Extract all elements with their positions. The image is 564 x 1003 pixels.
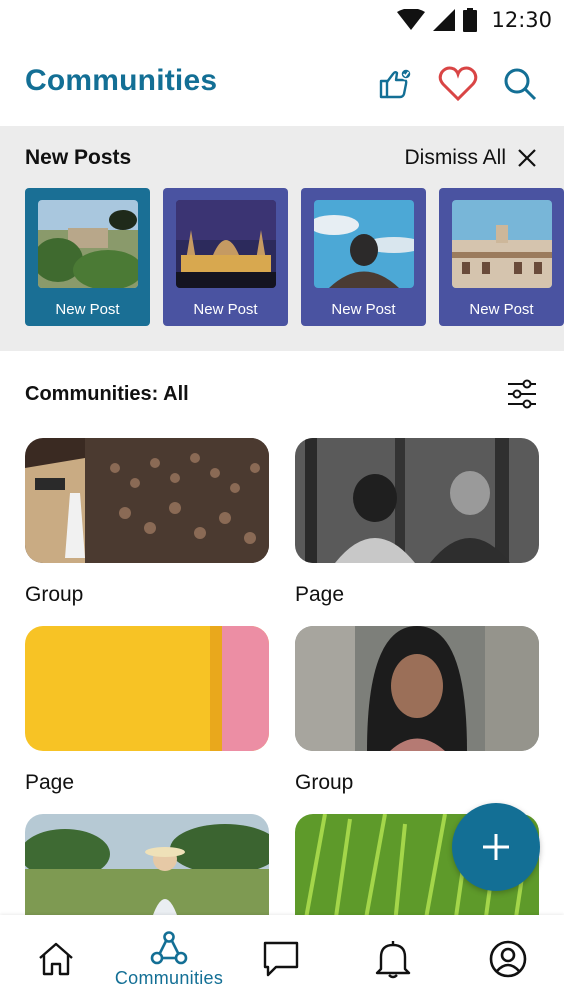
- filter-button[interactable]: [506, 378, 538, 410]
- bell-icon: [375, 941, 411, 979]
- status-time: 12:30: [491, 8, 552, 32]
- nav-messages[interactable]: [258, 915, 304, 1003]
- app-bar: Communities: [0, 44, 564, 126]
- community-image[interactable]: [25, 626, 269, 751]
- community-type-label: Group: [295, 771, 354, 794]
- thumbs-up-check-icon: [379, 68, 412, 99]
- dismiss-all-label: Dismiss All: [404, 146, 506, 169]
- heart-icon: [438, 66, 478, 102]
- new-posts-carousel[interactable]: New Post New Post New Post New Post: [25, 188, 564, 326]
- profile-icon: [489, 940, 527, 978]
- community-tile[interactable]: Group: [25, 438, 269, 607]
- new-post-label: New Post: [55, 301, 120, 318]
- new-post-card[interactable]: New Post: [439, 188, 564, 326]
- community-type-label: Page: [295, 583, 345, 606]
- page-title: Communities: [25, 64, 218, 97]
- community-image[interactable]: [295, 438, 539, 563]
- create-community-button[interactable]: [452, 803, 540, 891]
- nav-home[interactable]: [30, 915, 82, 1003]
- community-image[interactable]: [25, 814, 269, 924]
- new-post-card[interactable]: New Post: [301, 188, 426, 326]
- communities-icon: [150, 930, 188, 964]
- new-post-card[interactable]: New Post: [163, 188, 288, 326]
- battery-icon: [463, 8, 478, 32]
- community-type-label: Group: [25, 583, 84, 606]
- new-posts-title: New Posts: [25, 146, 132, 169]
- new-post-card[interactable]: New Post: [25, 188, 150, 326]
- new-post-thumbnail: [314, 200, 414, 288]
- nav-notifications[interactable]: [370, 915, 416, 1003]
- community-type-label: Page: [25, 771, 75, 794]
- community-tile[interactable]: Group: [295, 626, 539, 795]
- wifi-icon: [397, 9, 426, 30]
- search-button[interactable]: [500, 64, 540, 104]
- search-icon: [504, 68, 537, 101]
- bottom-navigation: Communities: [0, 915, 564, 1003]
- close-icon: [518, 149, 536, 167]
- favorites-button[interactable]: [438, 64, 478, 104]
- home-icon: [39, 942, 73, 976]
- signal-icon: [433, 9, 456, 31]
- nav-communities[interactable]: Communities: [104, 915, 234, 1003]
- recommend-button[interactable]: [376, 64, 416, 104]
- dismiss-all-button[interactable]: Dismiss All: [404, 146, 536, 170]
- new-post-thumbnail: [38, 200, 138, 288]
- chat-icon: [263, 941, 299, 977]
- new-post-thumbnail: [176, 200, 276, 288]
- community-tile[interactable]: Page: [295, 438, 539, 607]
- filter-sliders-icon: [508, 379, 536, 409]
- app-actions: [376, 64, 540, 104]
- community-image[interactable]: [295, 626, 539, 751]
- new-post-thumbnail: [452, 200, 552, 288]
- nav-communities-label: Communities: [114, 967, 224, 988]
- new-posts-header: New Posts Dismiss All: [25, 146, 536, 170]
- communities-filter-title: Communities: All: [25, 382, 189, 405]
- new-post-label: New Post: [193, 301, 258, 318]
- community-image[interactable]: [25, 438, 269, 563]
- new-post-label: New Post: [331, 301, 396, 318]
- plus-icon: [483, 834, 509, 860]
- new-post-label: New Post: [469, 301, 534, 318]
- nav-profile[interactable]: [484, 915, 532, 1003]
- status-bar: 12:30: [0, 0, 564, 44]
- new-posts-section: New Posts Dismiss All New Post New Post …: [0, 126, 564, 351]
- status-icons: 12:30: [397, 8, 552, 32]
- community-tile[interactable]: Page: [25, 626, 269, 795]
- communities-header: Communities: All: [25, 378, 538, 410]
